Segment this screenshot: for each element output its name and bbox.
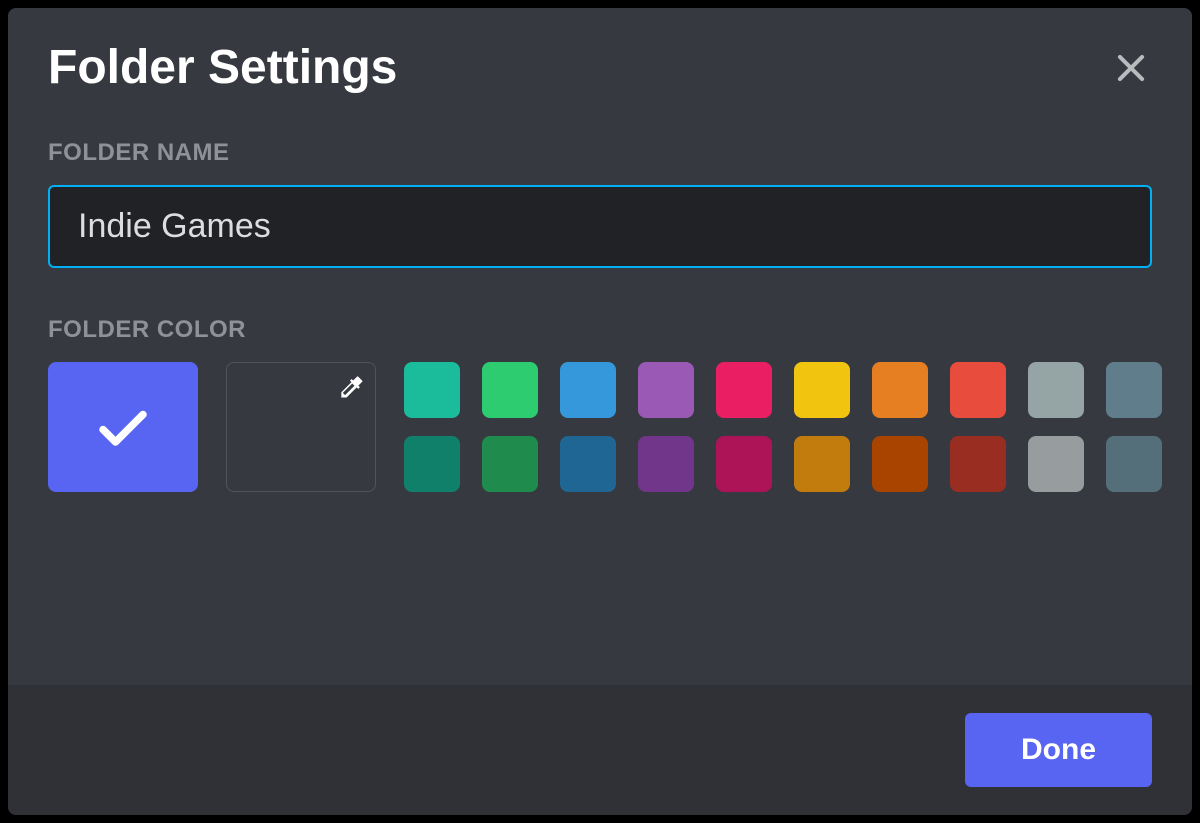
color-swatch-13[interactable] [638, 436, 694, 492]
color-swatch-0[interactable] [404, 362, 460, 418]
color-swatch-16[interactable] [872, 436, 928, 492]
custom-color-swatch[interactable] [226, 362, 376, 492]
color-palette-grid [404, 362, 1162, 492]
color-swatch-2[interactable] [560, 362, 616, 418]
modal-footer: Done [8, 685, 1192, 815]
color-swatch-3[interactable] [638, 362, 694, 418]
color-picker [48, 362, 1152, 492]
color-swatch-15[interactable] [794, 436, 850, 492]
color-swatch-7[interactable] [950, 362, 1006, 418]
eyedropper-icon [337, 373, 365, 401]
done-button[interactable]: Done [965, 713, 1152, 787]
color-swatch-12[interactable] [560, 436, 616, 492]
color-swatch-17[interactable] [950, 436, 1006, 492]
color-swatch-6[interactable] [872, 362, 928, 418]
color-swatch-9[interactable] [1106, 362, 1162, 418]
color-swatch-4[interactable] [716, 362, 772, 418]
checkmark-icon [93, 397, 153, 457]
folder-name-label: FOLDER NAME [48, 139, 1152, 167]
default-color-swatch[interactable] [48, 362, 198, 492]
modal-content: Folder Settings FOLDER NAME FOLDER COLOR [8, 8, 1192, 685]
modal-header: Folder Settings [48, 42, 1152, 95]
color-swatch-10[interactable] [404, 436, 460, 492]
color-swatch-11[interactable] [482, 436, 538, 492]
color-swatch-19[interactable] [1106, 436, 1162, 492]
folder-name-input[interactable] [48, 185, 1152, 268]
color-swatch-5[interactable] [794, 362, 850, 418]
modal-title: Folder Settings [48, 42, 397, 95]
color-swatch-14[interactable] [716, 436, 772, 492]
folder-color-label: FOLDER COLOR [48, 316, 1152, 344]
folder-settings-modal: Folder Settings FOLDER NAME FOLDER COLOR [8, 8, 1192, 815]
color-swatch-1[interactable] [482, 362, 538, 418]
close-icon [1112, 49, 1150, 87]
color-swatch-18[interactable] [1028, 436, 1084, 492]
close-button[interactable] [1110, 47, 1152, 89]
color-swatch-8[interactable] [1028, 362, 1084, 418]
